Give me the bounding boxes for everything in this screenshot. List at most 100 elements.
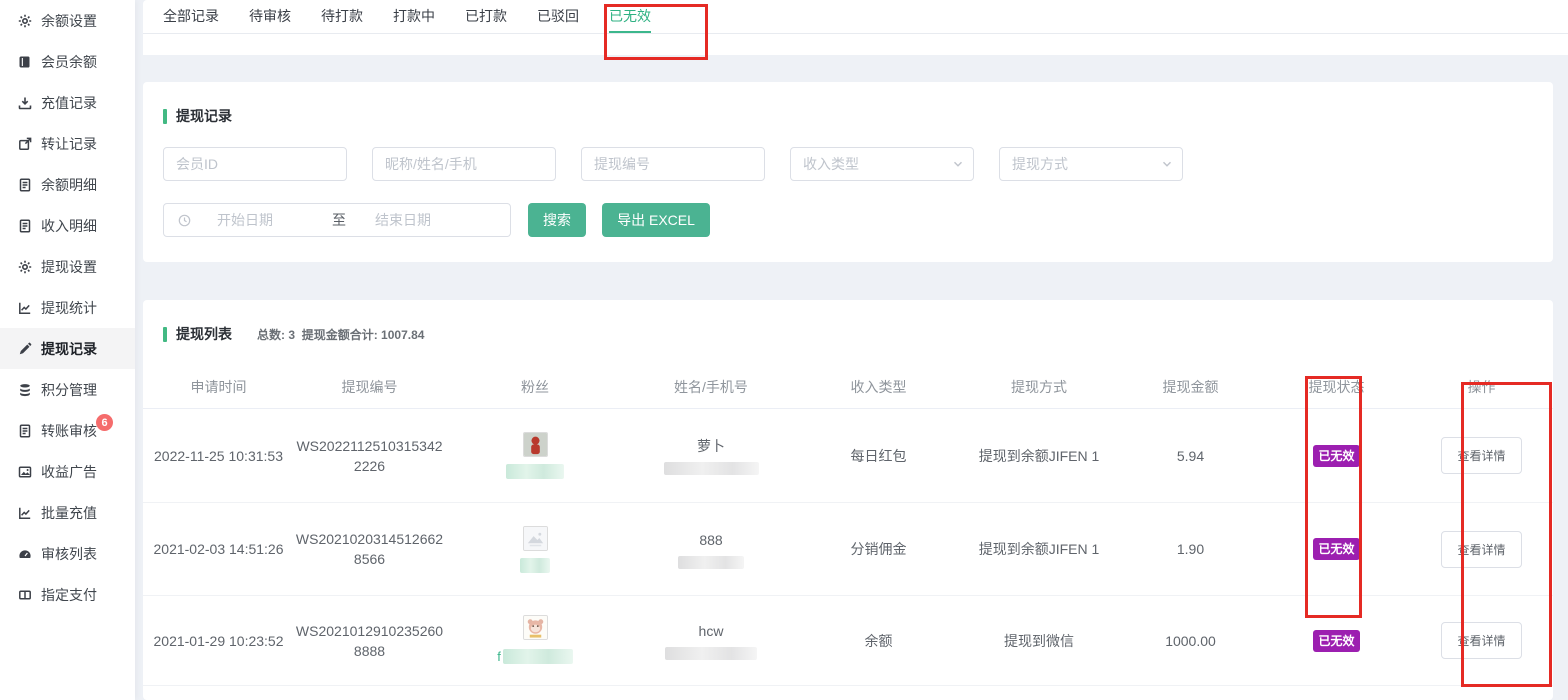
col-header-action: 操作 (1410, 366, 1553, 408)
tab-all-records[interactable]: 全部记录 (163, 0, 219, 33)
sidebar-item-designated-payment[interactable]: 指定支付 (0, 574, 135, 615)
cell-method: 提现到余额JIFEN 1 (960, 503, 1118, 595)
tab-paid[interactable]: 已打款 (465, 0, 507, 33)
date-range-picker[interactable]: 开始日期 至 结束日期 (163, 203, 511, 237)
nickname-input[interactable] (372, 147, 556, 181)
tab-paying[interactable]: 打款中 (393, 0, 435, 33)
section-accent-bar (163, 109, 167, 124)
sidebar-item-withdraw-records[interactable]: 提现记录 (0, 328, 135, 369)
date-start-placeholder: 开始日期 (201, 210, 319, 230)
col-header-withdraw-no: 提现编号 (294, 366, 445, 408)
withdraw-no-input[interactable] (581, 147, 765, 181)
coins-icon (18, 383, 32, 397)
col-header-name-phone: 姓名/手机号 (625, 366, 797, 408)
cell-method: 提现到余额JIFEN 1 (960, 409, 1118, 502)
sidebar-item-label: 收入明细 (41, 216, 97, 236)
member-id-input[interactable] (163, 147, 347, 181)
cell-income-type: 分销佣金 (797, 503, 960, 595)
sidebar-item-label: 审核列表 (41, 544, 97, 564)
withdraw-list-panel: 提现列表 总数: 3 提现金额合计: 1007.84 申请时间 提现编号 粉丝 … (143, 300, 1553, 700)
cell-name-phone: 萝卜 (625, 409, 797, 502)
col-header-fan: 粉丝 (445, 366, 625, 408)
sidebar-item-recharge-records[interactable]: 充值记录 (0, 82, 135, 123)
search-form-row-2: 开始日期 至 结束日期 搜索 导出 EXCEL (163, 203, 710, 237)
date-end-placeholder: 结束日期 (359, 210, 477, 230)
withdraw-search-panel: 提现记录 收入类型 提现方式 开始日期 至 结束日期 搜索 导出 EXCEL (143, 82, 1553, 262)
cell-action: 查看详情 (1410, 409, 1553, 502)
withdraw-method-select[interactable]: 提现方式 (999, 147, 1183, 181)
cell-apply-time: 2021-02-03 14:51:26 (143, 503, 294, 595)
sidebar-item-label: 充值记录 (41, 93, 97, 113)
chevron-down-icon (953, 159, 963, 169)
sidebar-item-review-list[interactable]: 审核列表 (0, 533, 135, 574)
fan-avatar (523, 432, 548, 457)
sidebar-item-balance-settings[interactable]: 余额设置 (0, 0, 135, 41)
sidebar-item-transfer-records[interactable]: 转让记录 (0, 123, 135, 164)
clock-icon (178, 214, 191, 227)
sidebar-item-label: 余额设置 (41, 11, 97, 31)
notification-badge: 6 (96, 414, 113, 431)
cell-amount: 1.90 (1118, 503, 1263, 595)
cell-status: 已无效 (1263, 503, 1410, 595)
gauge-icon (18, 547, 32, 561)
total-amount: 1007.84 (381, 328, 424, 342)
search-form-row-1: 收入类型 提现方式 (163, 147, 1183, 181)
sidebar-item-balance-detail[interactable]: 余额明细 (0, 164, 135, 205)
sidebar-item-withdraw-settings[interactable]: 提现设置 (0, 246, 135, 287)
censored-phone (665, 647, 757, 660)
sidebar-item-label: 指定支付 (41, 585, 97, 605)
tab-pending-payment[interactable]: 待打款 (321, 0, 363, 33)
table-row: 2022-11-25 10:31:53 WS2022112510315342 2… (143, 409, 1553, 503)
cell-name-phone: hcw (625, 596, 797, 685)
cell-action: 查看详情 (1410, 596, 1553, 685)
sidebar-item-label: 余额明细 (41, 175, 97, 195)
income-type-select[interactable]: 收入类型 (790, 147, 974, 181)
search-section-title: 提现记录 (163, 106, 1553, 126)
table-header-row: 申请时间 提现编号 粉丝 姓名/手机号 收入类型 提现方式 提现金额 提现状态 … (143, 366, 1553, 409)
sidebar-item-income-detail[interactable]: 收入明细 (0, 205, 135, 246)
tab-pending-review[interactable]: 待审核 (249, 0, 291, 33)
cell-amount: 5.94 (1118, 409, 1263, 502)
cell-income-type: 余额 (797, 596, 960, 685)
document-icon (18, 219, 32, 233)
cell-fan (445, 409, 625, 502)
censored-nickname (503, 649, 573, 664)
status-tabs-bar: 全部记录 待审核 待打款 打款中 已打款 已驳回 已无效 (143, 0, 1568, 55)
view-details-button[interactable]: 查看详情 (1441, 437, 1521, 474)
col-header-status: 提现状态 (1263, 366, 1410, 408)
search-button[interactable]: 搜索 (528, 203, 586, 237)
gear-icon (18, 260, 32, 274)
sidebar-item-points-management[interactable]: 积分管理 (0, 369, 135, 410)
col-header-amount: 提现金额 (1118, 366, 1263, 408)
book-icon (18, 55, 32, 69)
view-details-button[interactable]: 查看详情 (1441, 622, 1521, 659)
sidebar-item-revenue-ads[interactable]: 收益广告 (0, 451, 135, 492)
cell-apply-time: 2021-01-29 10:23:52 (143, 596, 294, 685)
sidebar-item-batch-recharge[interactable]: 批量充值 (0, 492, 135, 533)
tab-invalid[interactable]: 已无效 (609, 0, 651, 33)
pencil-icon (18, 342, 32, 356)
view-details-button[interactable]: 查看详情 (1441, 531, 1521, 568)
sidebar-item-label: 批量充值 (41, 503, 97, 523)
sidebar-item-member-balance[interactable]: 会员余额 (0, 41, 135, 82)
sidebar-item-label: 积分管理 (41, 380, 97, 400)
export-excel-button[interactable]: 导出 EXCEL (602, 203, 710, 237)
sidebar-item-withdraw-stats[interactable]: 提现统计 (0, 287, 135, 328)
sidebar-item-label: 提现统计 (41, 298, 97, 318)
fan-nickname-prefix: f (497, 647, 501, 667)
status-badge: 已无效 (1313, 538, 1359, 560)
cell-amount: 1000.00 (1118, 596, 1263, 685)
cell-fan: f (445, 596, 625, 685)
cell-withdraw-no: WS2021020314512662 8566 (294, 503, 445, 595)
fan-avatar (523, 615, 548, 640)
cell-name-phone: 888 (625, 503, 797, 595)
sidebar-item-label: 转让记录 (41, 134, 97, 154)
status-badge: 已无效 (1313, 630, 1359, 652)
censored-nickname (520, 558, 550, 573)
cell-status: 已无效 (1263, 596, 1410, 685)
tab-rejected[interactable]: 已驳回 (537, 0, 579, 33)
table-row: 2021-01-29 10:23:52 WS2021012910235260 8… (143, 596, 1553, 686)
censored-phone (678, 556, 744, 569)
sidebar-item-transfer-review[interactable]: 转账审核 6 (0, 410, 135, 451)
censored-phone (664, 462, 759, 475)
